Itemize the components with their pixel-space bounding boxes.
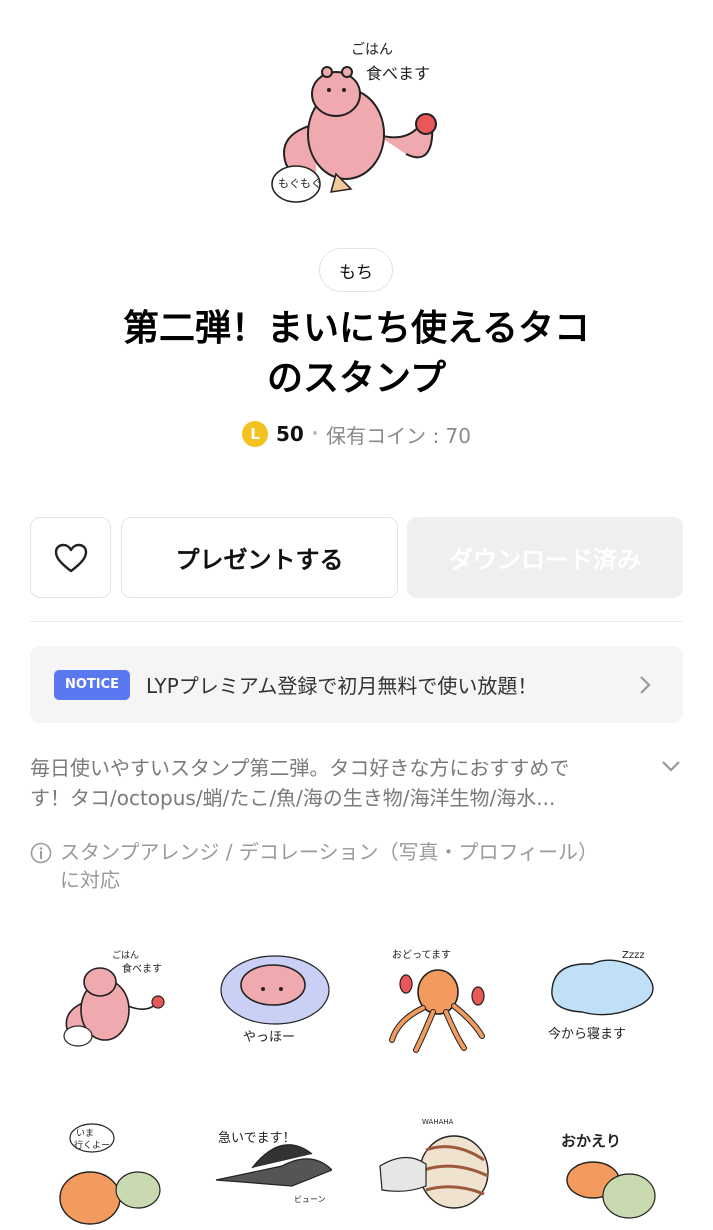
price-row: L 50 • 保有コイン : 70 (0, 418, 713, 450)
price-separator: • (310, 426, 320, 442)
sticker-3-text1: おどってます (392, 949, 451, 961)
line-coin-icon: L (241, 421, 268, 447)
sticker-thumbnail-4[interactable]: Zzzz 今から寝ます (542, 940, 662, 1060)
notice-banner[interactable]: NOTICE LYPプレミアム登録で初月無料で使い放題！ (30, 646, 683, 723)
feature-info-line1: スタンプアレンジ / デコレーション（写真・プロフィール） (60, 840, 599, 864)
package-title-line2: のスタンプ (267, 358, 446, 399)
sticker-thumbnail-7[interactable]: WAHAHA (376, 1110, 496, 1230)
hero-sticker-text-top: ごはん (351, 42, 393, 58)
owned-coins: 保有コイン : 70 (326, 423, 471, 448)
sticker-thumbnail-1[interactable]: ごはん 食べます (50, 940, 170, 1060)
favorite-button[interactable] (30, 517, 111, 598)
hero-sticker-text-side: もぐもぐ (278, 177, 322, 190)
hero-sticker-text-main: 食べます (366, 64, 430, 83)
description-line1: 毎日使いやすいスタンプ第二弾。タコ好きな方におすすめで (30, 756, 570, 780)
divider (30, 621, 683, 622)
chevron-down-icon[interactable] (660, 758, 682, 774)
sticker-2-text1: やっほー (243, 1030, 295, 1045)
sticker-1-text1: ごはん (112, 949, 139, 961)
heart-icon (54, 543, 87, 572)
notice-badge: NOTICE (54, 669, 130, 700)
notice-text: LYPプレミアム登録で初月無料で使い放題！ (146, 674, 538, 698)
download-button[interactable]: ダウンロード済み (407, 517, 683, 598)
price-value: 50 (275, 422, 304, 446)
hero-sticker-image: ごはん 食べます もぐもぐ (271, 42, 437, 203)
sticker-6-text1: 急いでます！ (218, 1131, 296, 1146)
sticker-1-text2: 食べます (122, 962, 162, 975)
sticker-5-text2: 行くよー (74, 1139, 110, 1151)
sticker-thumbnail-5[interactable]: いま 行くよー (50, 1110, 170, 1230)
sticker-8-text1: おかえり (561, 1132, 621, 1150)
package-title-line1: 第二弾！まいにち使えるタコ (123, 308, 590, 349)
feature-info-line2: に対応 (60, 868, 120, 892)
sticker-thumbnail-2[interactable]: やっほー (215, 945, 335, 1065)
sticker-thumbnail-6[interactable]: 急いでます！ ビューン (212, 1110, 332, 1230)
description-line2: す！タコ/octopus/蛸/たこ/魚/海の生き物/海洋生物/海水... (30, 786, 556, 810)
package-title: 第二弾！まいにち使えるタコ のスタンプ (40, 304, 673, 404)
sticker-7-text1: WAHAHA (422, 1118, 454, 1126)
sticker-thumbnail-8[interactable]: おかえり (545, 1110, 665, 1230)
description: 毎日使いやすいスタンプ第二弾。タコ好きな方におすすめで す！タコ/octopus… (30, 753, 650, 813)
sticker-5-text1: いま (76, 1128, 94, 1139)
sticker-4-text1: 今から寝ます (548, 1026, 626, 1042)
sticker-thumbnail-3[interactable]: おどってます (378, 940, 498, 1060)
author-link[interactable]: もち (319, 248, 393, 292)
chevron-right-icon (640, 675, 651, 694)
info-icon (30, 842, 52, 864)
present-button[interactable]: プレゼントする (121, 517, 398, 598)
sticker-4-text2: Zzzz (622, 950, 645, 961)
